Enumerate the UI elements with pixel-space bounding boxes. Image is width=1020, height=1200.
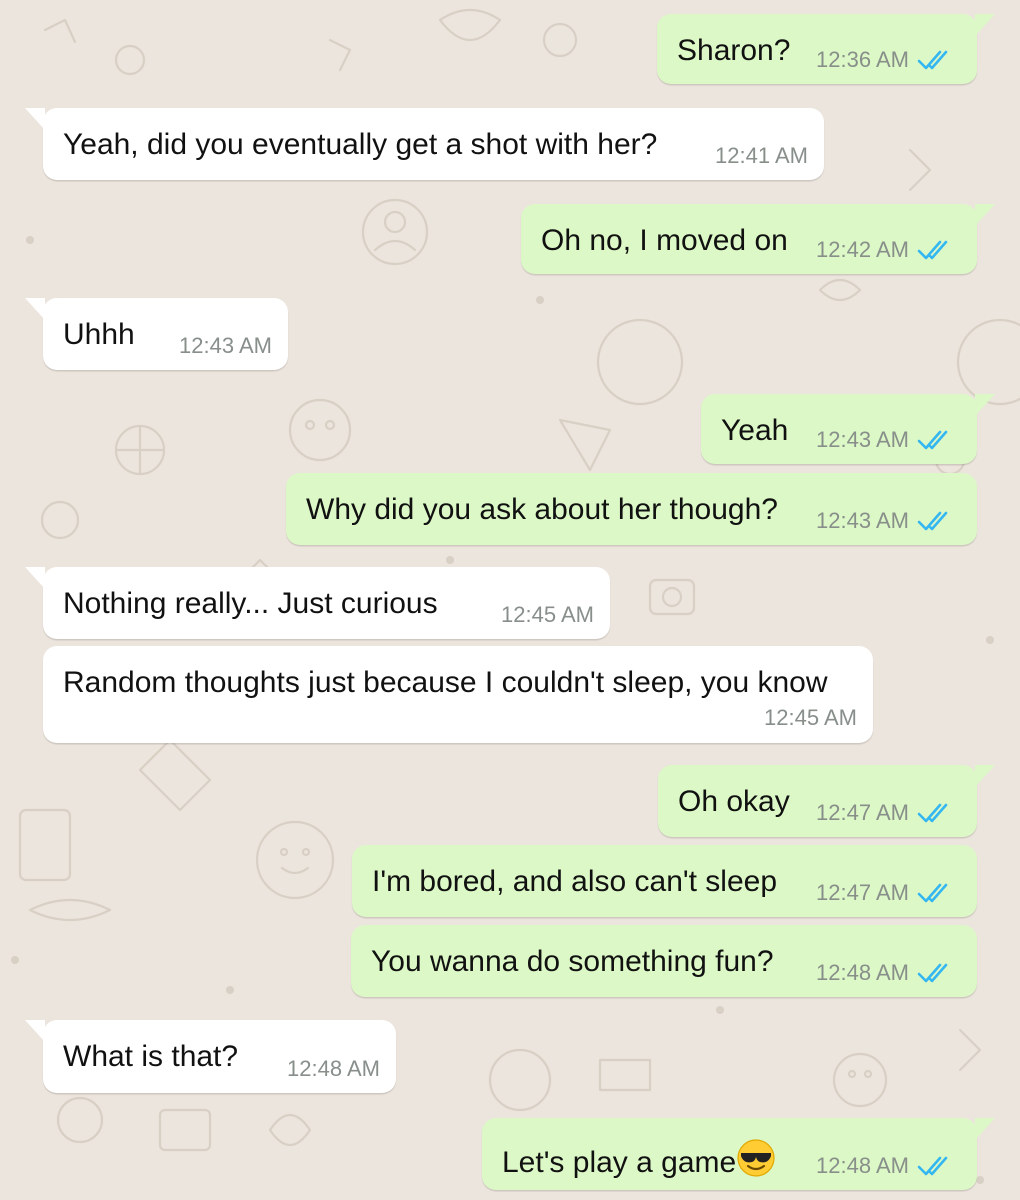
read-double-check-icon (917, 240, 948, 260)
message-meta: 12:45 AM (764, 705, 857, 731)
message-text: What is that? (63, 1040, 239, 1073)
message-text: Yeah (721, 414, 789, 447)
message-time: 12:43 AM (816, 427, 909, 452)
message-text: I'm bored, and also can't sleep (372, 865, 778, 898)
message-text: Let's play a game (502, 1146, 737, 1179)
smiling-face-with-sunglasses-emoji-icon (737, 1139, 775, 1177)
message-time: 12:43 AM (179, 333, 272, 358)
message-time: 12:43 AM (816, 508, 909, 533)
message-time: 12:48 AM (816, 960, 909, 985)
message-time: 12:36 AM (816, 47, 909, 72)
read-double-check-icon (917, 1156, 948, 1176)
read-double-check-icon (917, 803, 948, 823)
read-double-check-icon (917, 963, 948, 983)
message-time: 12:45 AM (764, 705, 857, 730)
message-meta: 12:48 AM (816, 1153, 959, 1179)
incoming-message[interactable]: Random thoughts just because I couldn't … (43, 646, 873, 743)
incoming-message[interactable]: What is that? 12:48 AM (25, 1020, 396, 1093)
outgoing-message[interactable]: Why did you ask about her though? 12:43 … (286, 473, 977, 545)
message-text: Random thoughts just because I couldn't … (63, 666, 828, 699)
outgoing-message[interactable]: You wanna do something fun? 12:48 AM (351, 925, 977, 997)
message-text: Nothing really... Just curious (63, 587, 438, 620)
read-double-check-icon (917, 430, 948, 450)
outgoing-message[interactable]: Let's play a game 12:48 AM (482, 1118, 995, 1190)
message-meta: 12:43 AM (816, 508, 959, 534)
message-time: 12:47 AM (816, 800, 909, 825)
message-meta: 12:42 AM (816, 237, 959, 263)
message-meta: 12:36 AM (816, 47, 959, 73)
message-time: 12:42 AM (816, 237, 909, 262)
message-text: Why did you ask about her though? (306, 493, 778, 526)
message-meta: 12:43 AM (816, 427, 959, 453)
read-double-check-icon (917, 883, 948, 903)
message-text: Oh okay (678, 785, 790, 818)
message-time: 12:41 AM (715, 143, 808, 168)
chat-message-list[interactable]: Sharon? 12:36 AM Yeah, did you eventuall… (0, 0, 1020, 1200)
message-time: 12:48 AM (287, 1056, 380, 1081)
message-time: 12:45 AM (501, 602, 594, 627)
message-meta: 12:47 AM (816, 800, 959, 826)
message-meta: 12:43 AM (179, 333, 272, 359)
message-meta: 12:48 AM (287, 1056, 380, 1082)
read-double-check-icon (917, 50, 948, 70)
message-time: 12:47 AM (816, 880, 909, 905)
message-meta: 12:45 AM (501, 602, 594, 628)
message-meta: 12:41 AM (715, 143, 808, 169)
outgoing-message[interactable]: Oh okay 12:47 AM (658, 765, 995, 837)
message-text: Sharon? (677, 34, 791, 67)
message-text: Yeah, did you eventually get a shot with… (63, 128, 658, 161)
outgoing-message[interactable]: Oh no, I moved on 12:42 AM (521, 204, 995, 274)
message-text: Oh no, I moved on (541, 224, 788, 257)
message-meta: 12:47 AM (816, 880, 959, 906)
incoming-message[interactable]: Yeah, did you eventually get a shot with… (25, 108, 824, 180)
message-text: You wanna do something fun? (371, 945, 774, 978)
message-meta: 12:48 AM (816, 960, 959, 986)
incoming-message[interactable]: Nothing really... Just curious 12:45 AM (25, 567, 610, 639)
message-time: 12:48 AM (816, 1153, 909, 1178)
outgoing-message[interactable]: Sharon? 12:36 AM (657, 14, 995, 84)
outgoing-message[interactable]: I'm bored, and also can't sleep 12:47 AM (352, 845, 977, 917)
incoming-message[interactable]: Uhhh 12:43 AM (25, 298, 288, 370)
read-double-check-icon (917, 511, 948, 531)
outgoing-message[interactable]: Yeah 12:43 AM (701, 394, 995, 464)
message-text: Uhhh (63, 318, 135, 351)
